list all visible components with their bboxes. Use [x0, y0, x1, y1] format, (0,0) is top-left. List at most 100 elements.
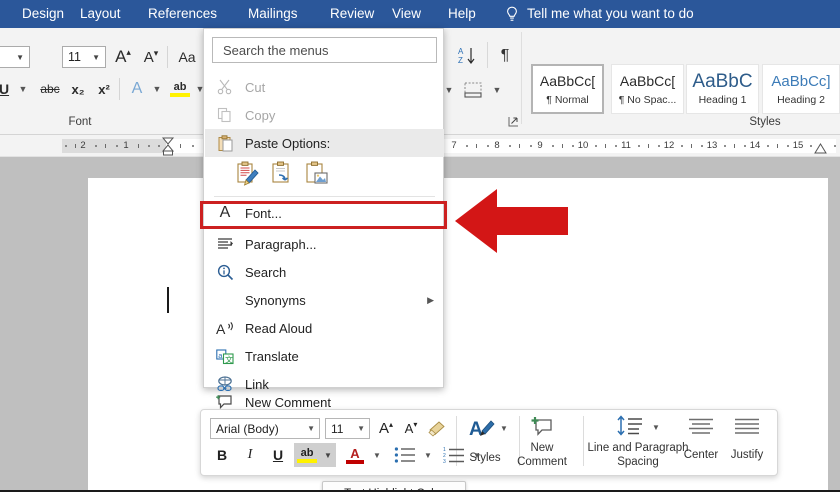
menu-item-copy[interactable]: Copy — [205, 101, 444, 129]
borders-dropdown[interactable]: ▼ — [490, 80, 504, 100]
mini-styles-button[interactable]: A — [467, 416, 497, 440]
style-item-heading-1[interactable]: AaBbC Heading 1 — [686, 64, 759, 114]
styles-icon: A — [469, 419, 495, 439]
mini-text-highlight-button[interactable]: ab — [294, 443, 320, 467]
underline-dropdown[interactable]: ▼ — [16, 78, 30, 100]
svg-text:3: 3 — [443, 459, 446, 464]
tell-me-box[interactable]: Tell me what you want to do — [505, 0, 694, 28]
menu-item-label: Cut — [245, 79, 266, 95]
tab-help[interactable]: Help — [448, 0, 476, 28]
mini-font-name-combo[interactable]: Arial (Body) ▼ — [210, 418, 320, 439]
ruler-dot — [158, 145, 160, 147]
borders-button[interactable] — [462, 80, 484, 100]
tab-mailings[interactable]: Mailings — [248, 0, 298, 28]
menu-item-paragraph[interactable]: Paragraph... — [205, 230, 444, 258]
chevron-down-icon: ▼ — [444, 85, 454, 95]
paragraph-misc-dropdown[interactable]: ▼ — [442, 80, 456, 100]
tab-layout[interactable]: Layout — [80, 0, 121, 28]
ruler-number: 9 — [537, 140, 543, 151]
font-size-combo[interactable]: 11 ▼ — [62, 46, 106, 68]
numbering-dropdown[interactable]: ▼ — [470, 444, 484, 466]
menu-item-search[interactable]: Search — [205, 258, 444, 286]
center-label: Center — [683, 449, 719, 461]
superscript-button[interactable]: x² — [92, 78, 116, 100]
tab-references[interactable]: References — [148, 0, 217, 28]
mini-font-name-value: Arial (Body) — [216, 421, 279, 436]
merge-formatting-icon[interactable] — [270, 161, 294, 192]
paste-options-row — [205, 159, 444, 193]
ruler-number: 1 — [123, 140, 129, 151]
indent-marker-icon[interactable] — [161, 137, 175, 156]
menu-item-cut[interactable]: Cut — [205, 73, 444, 101]
dialog-launcher-icon — [508, 117, 518, 127]
menu-item-label: Paste Options: — [245, 135, 331, 151]
bullets-icon — [394, 447, 415, 463]
mini-font-size-combo[interactable]: 11 ▼ — [325, 418, 370, 439]
chevron-down-icon: ▼ — [652, 422, 660, 432]
line-spacing-label-2: Spacing — [617, 456, 659, 468]
text-effects-button[interactable]: A — [126, 78, 148, 100]
text-effects-dropdown[interactable]: ▼ — [150, 78, 164, 100]
font-color-button[interactable]: A — [343, 443, 367, 467]
numbering-icon: 1 2 3 — [443, 447, 464, 464]
keep-source-formatting-icon[interactable] — [235, 161, 259, 192]
picture-icon[interactable] — [305, 161, 329, 192]
grow-font-button[interactable]: A ▴ — [112, 46, 134, 68]
new-comment-icon — [531, 417, 552, 436]
strikethrough-button[interactable]: abc — [36, 78, 64, 100]
subscript-button[interactable]: x₂ — [66, 78, 90, 100]
ruler-dot — [638, 145, 640, 147]
ruler-tick — [734, 144, 735, 148]
bullets-dropdown[interactable]: ▼ — [421, 444, 435, 466]
format-painter-button[interactable] — [426, 418, 448, 439]
ruler-dot — [834, 145, 836, 147]
ruler-dot — [701, 145, 703, 147]
paragraph-dialog-launcher[interactable] — [508, 116, 519, 127]
mini-grow-font-button[interactable]: A ▴ — [375, 418, 397, 439]
font-color-dropdown[interactable]: ▼ — [370, 444, 384, 466]
mini-new-comment-button[interactable] — [527, 415, 557, 439]
align-justify-button[interactable] — [731, 416, 763, 438]
line-paragraph-spacing-button[interactable] — [613, 414, 647, 438]
search-menus-input[interactable]: Search the menus — [212, 37, 437, 63]
menu-item-read-aloud[interactable]: A Read Aloud — [205, 314, 444, 342]
underline-button[interactable]: U — [266, 444, 290, 466]
tab-view[interactable]: View — [392, 0, 421, 28]
tab-design[interactable]: Design — [22, 0, 64, 28]
right-indent-marker-icon[interactable] — [814, 143, 827, 154]
menu-item-label: Paragraph... — [245, 236, 317, 252]
style-item-normal[interactable]: AaBbCc[ ¶ Normal — [531, 64, 604, 114]
ruler-tick — [562, 144, 563, 148]
menu-item-translate[interactable]: a 文 Translate — [205, 342, 444, 370]
ruler-tick — [75, 144, 76, 148]
ruler-tick — [777, 144, 778, 148]
line-spacing-dropdown[interactable]: ▼ — [650, 418, 662, 436]
style-item-heading-2[interactable]: AaBbCc] Heading 2 — [762, 64, 840, 114]
sort-button[interactable]: A Z — [455, 44, 481, 68]
menu-item-paste-options[interactable]: Paste Options: — [205, 129, 444, 157]
style-item-no-spacing[interactable]: AaBbCc[ ¶ No Spac... — [611, 64, 684, 114]
scissors-icon — [205, 79, 245, 95]
chevron-down-icon: ▼ — [324, 450, 332, 460]
italic-button[interactable]: I — [238, 444, 262, 466]
align-center-icon — [689, 418, 713, 434]
text-highlight-button[interactable]: ab — [168, 78, 192, 100]
bold-button[interactable]: B — [210, 444, 234, 466]
shrink-font-button[interactable]: A ▾ — [140, 46, 162, 68]
underline-button[interactable]: U — [0, 78, 12, 100]
show-formatting-marks-button[interactable]: ¶ — [494, 44, 516, 68]
align-center-button[interactable] — [685, 416, 717, 438]
mini-shrink-font-button[interactable]: A ▾ — [400, 418, 422, 439]
ruler-dot — [767, 145, 769, 147]
bullets-button[interactable] — [392, 444, 418, 466]
menu-item-synonyms[interactable]: Synonyms ▶ — [205, 286, 444, 314]
tab-review[interactable]: Review — [330, 0, 374, 28]
mini-text-highlight-dropdown[interactable]: ▼ — [320, 443, 336, 467]
numbering-button[interactable]: 1 2 3 — [441, 444, 467, 466]
down-caret-icon: ▾ — [413, 420, 418, 429]
font-name-combo[interactable]: ) ▼ — [0, 46, 30, 68]
pilcrow-icon: ¶ — [500, 47, 510, 64]
style-preview: AaBbCc[ — [539, 73, 596, 89]
mini-styles-dropdown[interactable]: ▼ — [498, 418, 510, 438]
change-case-button[interactable]: Aa — [174, 46, 200, 68]
